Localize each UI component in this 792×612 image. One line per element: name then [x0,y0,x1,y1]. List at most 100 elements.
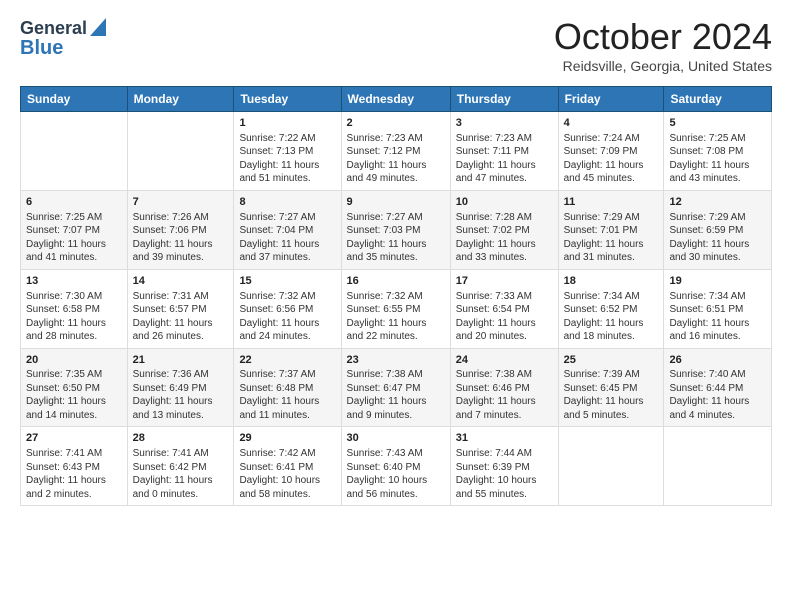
day-number: 14 [133,274,229,289]
calendar-header-row: Sunday Monday Tuesday Wednesday Thursday… [21,87,772,112]
table-cell [664,427,772,506]
sunrise-info: Sunrise: 7:38 AMSunset: 6:46 PMDaylight:… [456,369,536,421]
header-saturday: Saturday [664,87,772,112]
sunrise-info: Sunrise: 7:39 AMSunset: 6:45 PMDaylight:… [564,369,644,421]
day-number: 7 [133,195,229,210]
sunrise-info: Sunrise: 7:23 AMSunset: 7:11 PMDaylight:… [456,133,536,185]
day-number: 1 [239,116,335,131]
sunrise-info: Sunrise: 7:23 AMSunset: 7:12 PMDaylight:… [347,133,427,185]
table-cell: 19 Sunrise: 7:34 AMSunset: 6:51 PMDayligh… [664,269,772,348]
table-cell: 30 Sunrise: 7:43 AMSunset: 6:40 PMDayligh… [341,427,450,506]
day-number: 27 [26,431,122,446]
calendar-week-row: 20Sunrise: 7:35 AMSunset: 6:50 PMDayligh… [21,348,772,427]
day-number: 16 [347,274,445,289]
day-number: 30 [347,431,445,446]
sunrise-info: Sunrise: 7:34 AMSunset: 6:51 PMDaylight:… [669,291,749,343]
calendar-week-row: 27 Sunrise: 7:41 AMSunset: 6:43 PMDayligh… [21,427,772,506]
calendar-week-row: 13 Sunrise: 7:30 AMSunset: 6:58 PMDayligh… [21,269,772,348]
sunrise-info: Sunrise: 7:35 AMSunset: 6:50 PMDaylight:… [26,369,106,421]
table-cell: 29Sunrise: 7:42 AMSunset: 6:41 PMDayligh… [234,427,341,506]
day-number: 11 [564,195,659,210]
table-cell: 8 Sunrise: 7:27 AMSunset: 7:04 PMDaylight… [234,190,341,269]
table-cell: 10 Sunrise: 7:28 AMSunset: 7:02 PMDayligh… [450,190,558,269]
table-cell: 18Sunrise: 7:34 AMSunset: 6:52 PMDayligh… [558,269,664,348]
sunrise-info: Sunrise: 7:41 AMSunset: 6:42 PMDaylight:… [133,448,213,500]
table-cell: 16 Sunrise: 7:32 AMSunset: 6:55 PMDayligh… [341,269,450,348]
table-cell: 25Sunrise: 7:39 AMSunset: 6:45 PMDayligh… [558,348,664,427]
table-cell [21,112,128,191]
day-number: 10 [456,195,553,210]
day-number: 19 [669,274,766,289]
logo-general: General [20,19,87,39]
table-cell: 27 Sunrise: 7:41 AMSunset: 6:43 PMDayligh… [21,427,128,506]
sunrise-info: Sunrise: 7:32 AMSunset: 6:55 PMDaylight:… [347,291,427,343]
day-number: 12 [669,195,766,210]
logo: General Blue [20,16,106,59]
table-cell: 24Sunrise: 7:38 AMSunset: 6:46 PMDayligh… [450,348,558,427]
table-cell: 21Sunrise: 7:36 AMSunset: 6:49 PMDayligh… [127,348,234,427]
sunrise-info: Sunrise: 7:37 AMSunset: 6:48 PMDaylight:… [239,369,319,421]
table-cell [558,427,664,506]
sunrise-info: Sunrise: 7:22 AMSunset: 7:13 PMDaylight:… [239,133,319,185]
sunrise-info: Sunrise: 7:38 AMSunset: 6:47 PMDaylight:… [347,369,427,421]
day-number: 9 [347,195,445,210]
location: Reidsville, Georgia, United States [554,58,772,74]
sunrise-info: Sunrise: 7:25 AMSunset: 7:08 PMDaylight:… [669,133,749,185]
table-cell: 23Sunrise: 7:38 AMSunset: 6:47 PMDayligh… [341,348,450,427]
table-cell: 2Sunrise: 7:23 AMSunset: 7:12 PMDaylight… [341,112,450,191]
table-cell: 3 Sunrise: 7:23 AMSunset: 7:11 PMDaylight… [450,112,558,191]
day-number: 18 [564,274,659,289]
sunrise-info: Sunrise: 7:33 AMSunset: 6:54 PMDaylight:… [456,291,536,343]
table-cell: 4 Sunrise: 7:24 AMSunset: 7:09 PMDaylight… [558,112,664,191]
day-number: 26 [669,353,766,368]
sunrise-info: Sunrise: 7:29 AMSunset: 7:01 PMDaylight:… [564,212,644,264]
logo-blue: Blue [20,37,63,59]
sunrise-info: Sunrise: 7:30 AMSunset: 6:58 PMDaylight:… [26,291,106,343]
table-cell: 22Sunrise: 7:37 AMSunset: 6:48 PMDayligh… [234,348,341,427]
sunrise-info: Sunrise: 7:41 AMSunset: 6:43 PMDaylight:… [26,448,106,500]
header-thursday: Thursday [450,87,558,112]
table-cell: 11 Sunrise: 7:29 AMSunset: 7:01 PMDayligh… [558,190,664,269]
day-number: 17 [456,274,553,289]
day-number: 4 [564,116,659,131]
sunrise-info: Sunrise: 7:44 AMSunset: 6:39 PMDaylight:… [456,448,537,500]
sunrise-info: Sunrise: 7:29 AMSunset: 6:59 PMDaylight:… [669,212,749,264]
sunrise-info: Sunrise: 7:43 AMSunset: 6:40 PMDaylight:… [347,448,428,500]
calendar-week-row: 1 Sunrise: 7:22 AMSunset: 7:13 PMDaylight… [21,112,772,191]
header-wednesday: Wednesday [341,87,450,112]
sunrise-info: Sunrise: 7:27 AMSunset: 7:04 PMDaylight:… [239,212,319,264]
day-number: 3 [456,116,553,131]
table-cell: 12 Sunrise: 7:29 AMSunset: 6:59 PMDayligh… [664,190,772,269]
table-cell: 26Sunrise: 7:40 AMSunset: 6:44 PMDayligh… [664,348,772,427]
day-number: 6 [26,195,122,210]
logo-triangle-icon [90,18,106,41]
header-tuesday: Tuesday [234,87,341,112]
sunrise-info: Sunrise: 7:28 AMSunset: 7:02 PMDaylight:… [456,212,536,264]
day-number: 25 [564,353,659,368]
day-number: 5 [669,116,766,131]
header-friday: Friday [558,87,664,112]
page-container: General Blue October 2024 Reidsville, Ge… [0,0,792,516]
table-cell: 31 Sunrise: 7:44 AMSunset: 6:39 PMDayligh… [450,427,558,506]
day-number: 23 [347,353,445,368]
day-number: 24 [456,353,553,368]
title-block: October 2024 Reidsville, Georgia, United… [554,16,772,74]
day-number: 21 [133,353,229,368]
day-number: 8 [239,195,335,210]
table-cell: 13 Sunrise: 7:30 AMSunset: 6:58 PMDayligh… [21,269,128,348]
table-cell: 6 Sunrise: 7:25 AMSunset: 7:07 PMDaylight… [21,190,128,269]
sunrise-info: Sunrise: 7:26 AMSunset: 7:06 PMDaylight:… [133,212,213,264]
sunrise-info: Sunrise: 7:32 AMSunset: 6:56 PMDaylight:… [239,291,319,343]
sunrise-info: Sunrise: 7:24 AMSunset: 7:09 PMDaylight:… [564,133,644,185]
sunrise-info: Sunrise: 7:40 AMSunset: 6:44 PMDaylight:… [669,369,749,421]
table-cell: 1 Sunrise: 7:22 AMSunset: 7:13 PMDaylight… [234,112,341,191]
sunrise-info: Sunrise: 7:36 AMSunset: 6:49 PMDaylight:… [133,369,213,421]
day-number: 31 [456,431,553,446]
table-cell: 15Sunrise: 7:32 AMSunset: 6:56 PMDayligh… [234,269,341,348]
sunrise-info: Sunrise: 7:25 AMSunset: 7:07 PMDaylight:… [26,212,106,264]
day-number: 22 [239,353,335,368]
table-cell: 17 Sunrise: 7:33 AMSunset: 6:54 PMDayligh… [450,269,558,348]
sunrise-info: Sunrise: 7:31 AMSunset: 6:57 PMDaylight:… [133,291,213,343]
day-number: 13 [26,274,122,289]
day-number: 29 [239,431,335,446]
